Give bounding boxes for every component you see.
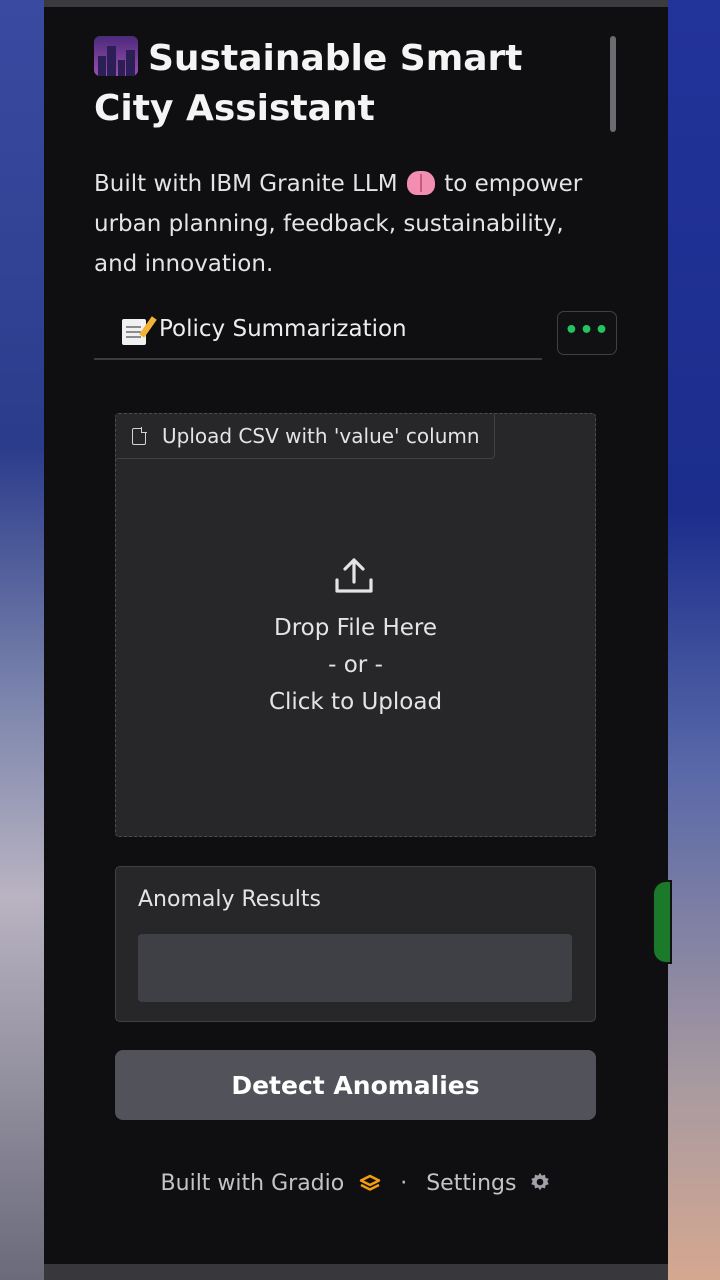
file-icon (132, 426, 147, 445)
tab-label: Policy Summarization (159, 316, 407, 342)
page-description: Built with IBM Granite LLM to empower ur… (94, 164, 614, 284)
upload-icon (335, 558, 373, 593)
gradio-icon (360, 1174, 381, 1191)
page-title: Sustainable Smart City Assistant (94, 34, 614, 134)
background-left (0, 0, 44, 1280)
background-right (668, 0, 720, 1280)
footer-separator: · (400, 1171, 408, 1196)
cityscape-icon (94, 36, 138, 76)
upload-label: Upload CSV with 'value' column (116, 414, 495, 459)
top-bar (44, 0, 668, 7)
footer: Built with Gradio · Settings (44, 1166, 668, 1202)
bottom-bar (44, 1264, 668, 1280)
upload-label-text: Upload CSV with 'value' column (162, 424, 480, 448)
memo-icon (122, 319, 146, 345)
side-floating-tab[interactable] (652, 880, 672, 964)
anomaly-results-label: Anomaly Results (138, 887, 321, 912)
description-text-start: Built with IBM Granite LLM (94, 171, 398, 197)
detect-anomalies-button[interactable]: Detect Anomalies (115, 1050, 596, 1120)
tab-policy-summarization[interactable]: Policy Summarization (94, 310, 542, 360)
anomaly-results-panel: Anomaly Results (115, 866, 596, 1022)
settings-link[interactable]: Settings (426, 1171, 516, 1196)
file-upload-dropzone[interactable]: Upload CSV with 'value' column Drop File… (115, 413, 596, 837)
app-panel: Sustainable Smart City Assistant Built w… (44, 0, 668, 1280)
built-with-gradio-link[interactable]: Built with Gradio (161, 1171, 345, 1196)
gear-icon[interactable] (529, 1171, 551, 1193)
page-title-text: Sustainable Smart City Assistant (94, 38, 523, 129)
anomaly-results-output[interactable] (138, 934, 572, 1002)
more-tabs-button[interactable]: ••• (557, 311, 617, 355)
click-to-upload-text: Click to Upload (268, 689, 443, 715)
drop-file-text: Drop File Here (274, 615, 437, 641)
or-text: - or - (328, 652, 383, 678)
brain-icon (406, 171, 435, 195)
